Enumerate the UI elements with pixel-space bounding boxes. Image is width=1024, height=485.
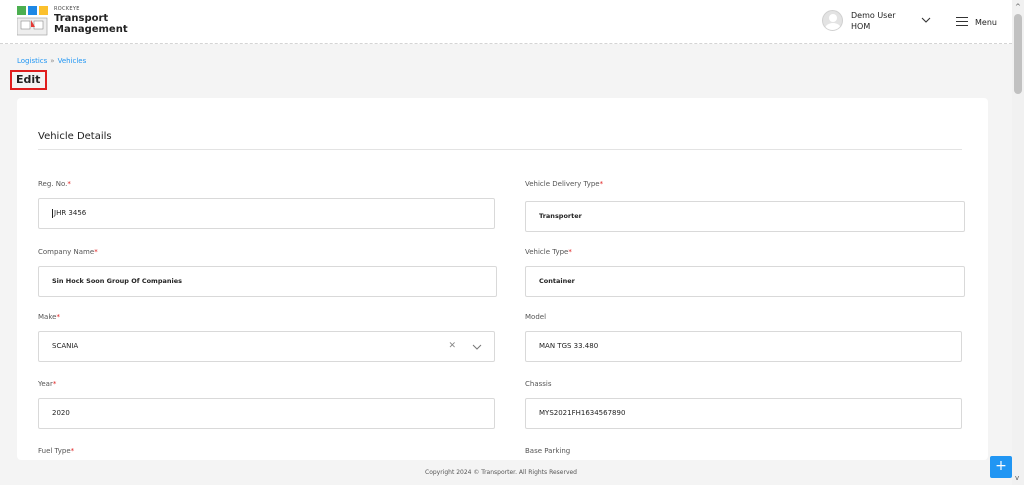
page-footer: Copyright 2024 © Transporter. All Rights… — [0, 460, 1012, 485]
brand-line-1: Transport — [54, 13, 109, 24]
user-role[interactable]: HOM — [851, 22, 870, 31]
app-logo-icon[interactable] — [17, 6, 49, 36]
scroll-down-arrow-icon[interactable]: v — [1015, 474, 1019, 482]
base-parking-label: Base Parking — [525, 447, 571, 455]
chevron-down-icon[interactable] — [472, 344, 482, 351]
company-name-input[interactable]: Sin Hock Soon Group Of Companies — [38, 266, 497, 297]
vehicle-type-label: Vehicle Type* — [525, 248, 572, 256]
vehicle-details-card: Vehicle Details Reg. No.* JHR 3456 Vehic… — [17, 98, 988, 460]
chassis-input[interactable]: MYS2021FH1634567890 — [525, 398, 962, 429]
brand-small: ROCKEYE — [54, 6, 80, 12]
make-select[interactable]: SCANIA ✕ — [38, 331, 495, 362]
model-input[interactable]: MAN TGS 33.480 — [525, 331, 962, 362]
menu-button[interactable]: Menu — [975, 18, 997, 27]
year-input[interactable]: 2020 — [38, 398, 495, 429]
breadcrumb-vehicles[interactable]: Vehicles — [58, 57, 87, 65]
year-label: Year* — [38, 380, 57, 388]
breadcrumb-separator: » — [50, 57, 55, 65]
breadcrumb-logistics[interactable]: Logistics — [17, 57, 47, 65]
add-button[interactable]: + — [990, 456, 1012, 478]
make-label: Make* — [38, 313, 60, 321]
brand-name[interactable]: ROCKEYE Transport Management — [54, 6, 128, 35]
section-divider — [38, 149, 962, 150]
make-value: SCANIA — [52, 342, 79, 350]
app-header: ROCKEYE Transport Management Demo User H… — [0, 0, 1012, 44]
page-title: Edit — [16, 73, 41, 86]
copyright-text: Copyright 2024 © Transporter. All Rights… — [425, 469, 577, 476]
model-label: Model — [525, 313, 547, 321]
page-scrollbar[interactable]: ^ v — [1012, 0, 1024, 485]
section-title: Vehicle Details — [38, 131, 112, 142]
brand-line-2: Management — [54, 24, 128, 35]
chassis-label: Chassis — [525, 380, 552, 388]
reg-no-label: Reg. No.* — [38, 180, 71, 188]
company-name-label: Company Name* — [38, 248, 98, 256]
scroll-up-arrow-icon[interactable]: ^ — [1015, 3, 1021, 11]
vehicle-delivery-type-input[interactable]: Transporter — [525, 201, 965, 232]
breadcrumb: Logistics» Vehicles — [17, 57, 86, 65]
reg-no-input[interactable]: JHR 3456 — [38, 198, 495, 229]
vehicle-type-input[interactable]: Container — [525, 266, 965, 297]
fuel-type-label: Fuel Type* — [38, 447, 75, 455]
user-name[interactable]: Demo User — [851, 11, 896, 20]
clear-icon[interactable]: ✕ — [448, 332, 456, 361]
menu-icon[interactable] — [956, 17, 968, 26]
avatar[interactable] — [822, 10, 843, 31]
chevron-down-icon[interactable] — [920, 15, 932, 25]
vehicle-delivery-type-label: Vehicle Delivery Type* — [525, 180, 604, 188]
scroll-thumb[interactable] — [1014, 14, 1022, 94]
reg-no-value: JHR 3456 — [54, 209, 87, 217]
